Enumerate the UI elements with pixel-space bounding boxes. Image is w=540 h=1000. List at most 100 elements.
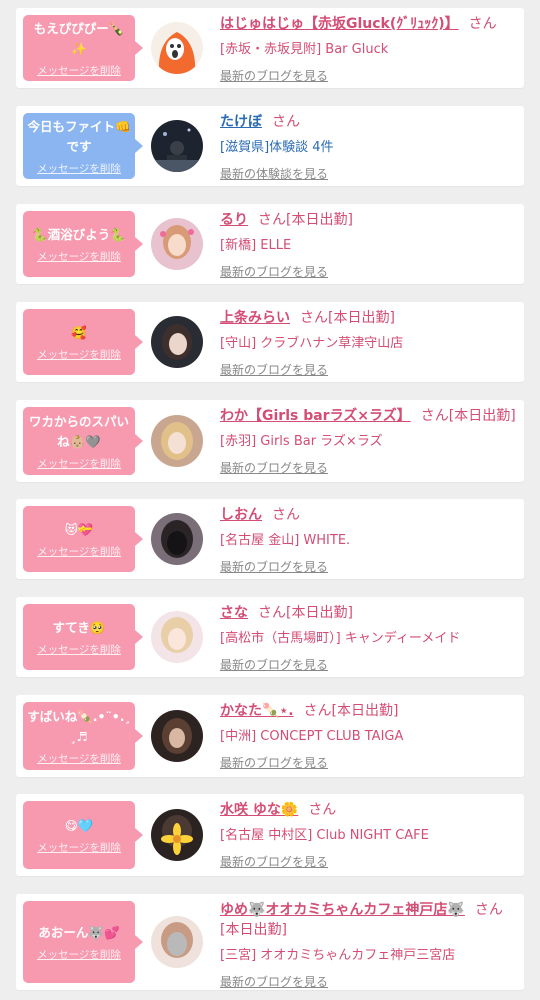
avatar-photo-icon bbox=[151, 916, 203, 968]
name-line: しおん さん bbox=[220, 505, 516, 525]
item-info: たけぼ さん [滋賀県]体験談 4件 最新の体験談を見る bbox=[220, 112, 516, 182]
shop-name: [名古屋 中村区] Club NIGHT CAFE bbox=[220, 828, 429, 843]
item-info: かなた🍡⋆. さん[本日出勤] [中洲] CONCEPT CLUB TAIGA 最… bbox=[220, 701, 516, 771]
message-text: 🥰 bbox=[71, 324, 87, 340]
avatar[interactable] bbox=[151, 218, 203, 270]
girl-name-link[interactable]: わか【Girls barラズ×ラズ】 bbox=[220, 408, 411, 424]
girl-name-link[interactable]: さな bbox=[220, 605, 248, 621]
avatar-photo-icon bbox=[151, 415, 203, 467]
girl-name-link[interactable]: しおん bbox=[220, 507, 262, 523]
item-info: しおん さん [名古屋 金山] WHITE. 最新のブログを見る bbox=[220, 505, 516, 575]
latest-blog-link[interactable]: 最新のブログを見る bbox=[220, 755, 328, 771]
message-text: すてき🥺 bbox=[52, 619, 106, 635]
item-info: 水咲 ゆな🌼 さん [名古屋 中村区] Club NIGHT CAFE 最新のブロ… bbox=[220, 800, 516, 870]
favorites-list: もえぴぴぴー🍾✨ メッセージを削除 はじゅはじゅ【赤坂Gluck(ｸﾞﾘｭｯｸ)… bbox=[0, 0, 540, 1000]
name-line: るり さん[本日出勤] bbox=[220, 210, 516, 230]
girl-name-link[interactable]: かなた🍡⋆. bbox=[220, 703, 294, 719]
list-item: ワカからのスパいね👶🏼🩶 メッセージを削除 わか【Girls barラズ×ラズ】… bbox=[16, 400, 524, 482]
honorific: さん bbox=[468, 16, 497, 32]
avatar-flower-icon bbox=[151, 809, 203, 861]
delete-message-link[interactable]: メッセージを削除 bbox=[37, 65, 121, 78]
shop-name: [中洲] CONCEPT CLUB TAIGA bbox=[220, 729, 404, 744]
message-text: もえぴぴぴー🍾✨ bbox=[33, 20, 125, 56]
delete-message-link[interactable]: メッセージを削除 bbox=[37, 753, 121, 766]
girl-name-link[interactable]: はじゅはじゅ【赤坂Gluck(ｸﾞﾘｭｯｸ)】 bbox=[220, 16, 459, 32]
girl-name-link[interactable]: 上条みらい bbox=[220, 310, 290, 326]
message-text: すばいね🍡.•¨•.¸¸♬ bbox=[27, 708, 131, 744]
avatar-photo-icon bbox=[151, 218, 203, 270]
message-bubble: もえぴぴぴー🍾✨ メッセージを削除 bbox=[23, 15, 143, 81]
honorific: さん bbox=[258, 212, 286, 228]
list-item: あおーん🐺💕 メッセージを削除 ゆめ🐺オオカミちゃんカフェ神戸店🐺 さん [本日出勤… bbox=[16, 894, 524, 990]
avatar-orange-mascot-icon bbox=[151, 22, 203, 74]
delete-message-link[interactable]: メッセージを削除 bbox=[37, 458, 121, 471]
message-text: 🐍酒浴びよう🐍 bbox=[32, 226, 126, 242]
message-text: 😋🩵 bbox=[64, 817, 94, 833]
delete-message-link[interactable]: メッセージを削除 bbox=[37, 251, 121, 264]
user-name-link[interactable]: たけぼ bbox=[220, 114, 262, 130]
avatar[interactable] bbox=[151, 809, 203, 861]
message-bubble: 😻💝 メッセージを削除 bbox=[23, 506, 143, 572]
avatar[interactable] bbox=[151, 611, 203, 663]
message-bubble: 今日もファイト👊です メッセージを削除 bbox=[23, 113, 143, 179]
avatar[interactable] bbox=[151, 316, 203, 368]
status-badge: [本日出勤] bbox=[328, 310, 395, 326]
latest-review-link[interactable]: 最新の体験談を見る bbox=[220, 166, 328, 182]
girl-name-link[interactable]: 水咲 ゆな🌼 bbox=[220, 802, 298, 818]
message-bubble: 😋🩵 メッセージを削除 bbox=[23, 801, 143, 869]
list-item: すばいね🍡.•¨•.¸¸♬ メッセージを削除 かなた🍡⋆. さん[本日出勤] [中… bbox=[16, 695, 524, 777]
latest-blog-link[interactable]: 最新のブログを見る bbox=[220, 854, 328, 870]
latest-blog-link[interactable]: 最新のブログを見る bbox=[220, 559, 328, 575]
list-item: 😋🩵 メッセージを削除 水咲 ゆな🌼 さん [名古屋 中村区] Club NIGH bbox=[16, 794, 524, 876]
delete-message-link[interactable]: メッセージを削除 bbox=[37, 349, 121, 362]
delete-message-link[interactable]: メッセージを削除 bbox=[37, 163, 121, 176]
latest-blog-link[interactable]: 最新のブログを見る bbox=[220, 264, 328, 280]
name-line: わか【Girls barラズ×ラズ】 さん[本日出勤] bbox=[220, 406, 516, 426]
avatar[interactable] bbox=[151, 120, 203, 172]
status-badge: [本日出勤] bbox=[220, 922, 287, 938]
message-text: 今日もファイト👊です bbox=[27, 118, 131, 154]
message-bubble: 🐍酒浴びよう🐍 メッセージを削除 bbox=[23, 211, 143, 277]
honorific: さん bbox=[474, 902, 503, 918]
avatar-night-photo-icon bbox=[151, 120, 203, 172]
shop-name: [名古屋 金山] WHITE. bbox=[220, 533, 351, 548]
list-item: すてき🥺 メッセージを削除 さな さん[本日出勤] [高松市（古馬場町）] キャン… bbox=[16, 597, 524, 677]
message-text: 😻💝 bbox=[64, 521, 94, 537]
honorific: さん bbox=[420, 408, 449, 424]
name-line: ゆめ🐺オオカミちゃんカフェ神戸店🐺 さん [本日出勤] bbox=[220, 900, 516, 940]
item-info: ゆめ🐺オオカミちゃんカフェ神戸店🐺 さん [本日出勤] [三宮] オオカミちゃんカフ… bbox=[220, 900, 516, 990]
message-bubble: ワカからのスパいね👶🏼🩶 メッセージを削除 bbox=[23, 407, 143, 475]
girl-name-link[interactable]: ゆめ🐺オオカミちゃんカフェ神戸店🐺 bbox=[220, 902, 465, 918]
delete-message-link[interactable]: メッセージを削除 bbox=[37, 644, 121, 657]
latest-blog-link[interactable]: 最新のブログを見る bbox=[220, 460, 328, 476]
avatar[interactable] bbox=[151, 513, 203, 565]
girl-name-link[interactable]: るり bbox=[220, 212, 248, 228]
latest-blog-link[interactable]: 最新のブログを見る bbox=[220, 657, 328, 673]
avatar[interactable] bbox=[151, 710, 203, 762]
name-line: かなた🍡⋆. さん[本日出勤] bbox=[220, 701, 516, 721]
message-text: あおーん🐺💕 bbox=[38, 924, 120, 940]
avatar-photo-icon bbox=[151, 710, 203, 762]
item-info: わか【Girls barラズ×ラズ】 さん[本日出勤] [赤羽] Girls Ba… bbox=[220, 406, 516, 476]
latest-blog-link[interactable]: 最新のブログを見る bbox=[220, 974, 328, 990]
status-badge: [本日出勤] bbox=[448, 408, 516, 424]
shop-name: [高松市（古馬場町）] キャンディーメイド bbox=[220, 631, 461, 646]
latest-blog-link[interactable]: 最新のブログを見る bbox=[220, 362, 328, 378]
honorific: さん bbox=[272, 507, 300, 523]
avatar[interactable] bbox=[151, 415, 203, 467]
honorific: さん bbox=[308, 802, 337, 818]
message-text: ワカからのスパいね👶🏼🩶 bbox=[28, 413, 129, 449]
delete-message-link[interactable]: メッセージを削除 bbox=[37, 546, 121, 559]
list-item: 🥰 メッセージを削除 上条みらい さん[本日出勤] [守山] クラブハナン草津守山… bbox=[16, 302, 524, 382]
name-line: さな さん[本日出勤] bbox=[220, 603, 516, 623]
name-line: たけぼ さん bbox=[220, 112, 516, 132]
list-item: 🐍酒浴びよう🐍 メッセージを削除 るり さん[本日出勤] [新橋] ELLE 最新… bbox=[16, 204, 524, 284]
latest-blog-link[interactable]: 最新のブログを見る bbox=[220, 68, 328, 84]
message-bubble: 🥰 メッセージを削除 bbox=[23, 309, 143, 375]
delete-message-link[interactable]: メッセージを削除 bbox=[37, 949, 121, 962]
avatar[interactable] bbox=[151, 916, 203, 968]
avatar[interactable] bbox=[151, 22, 203, 74]
status-badge: [本日出勤] bbox=[331, 703, 399, 719]
delete-message-link[interactable]: メッセージを削除 bbox=[37, 842, 121, 855]
list-item: 😻💝 メッセージを削除 しおん さん [名古屋 金山] WHITE. 最新のブログ… bbox=[16, 499, 524, 579]
